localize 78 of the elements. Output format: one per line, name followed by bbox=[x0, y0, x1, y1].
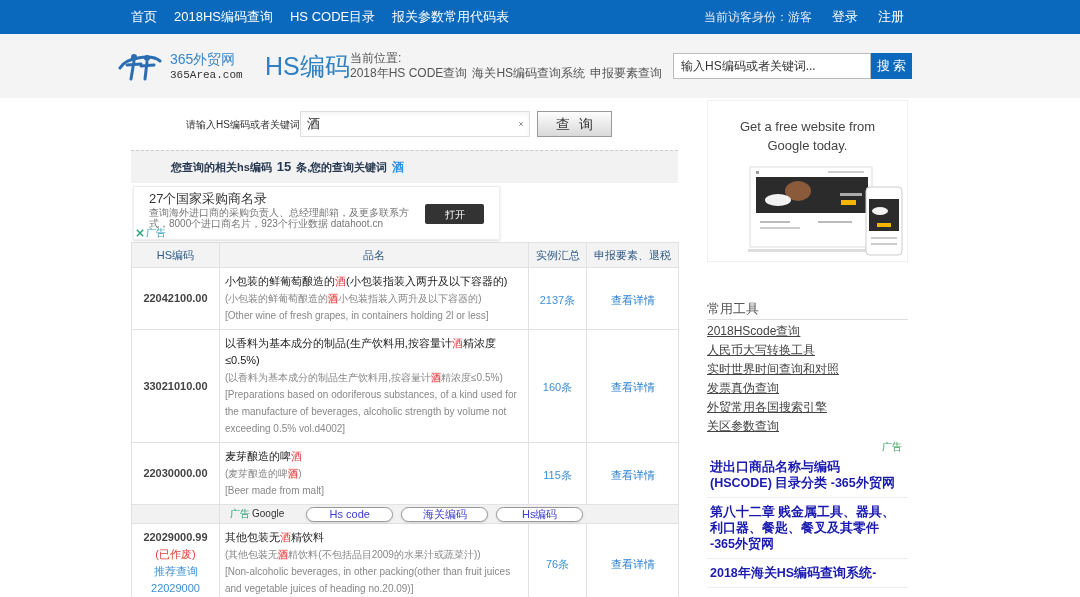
examples-link[interactable]: 76条 bbox=[545, 558, 570, 570]
details-link[interactable]: 查看详情 bbox=[610, 558, 655, 570]
product-name-english: [Other wine of fresh grapes, in containers holding 2l or less] bbox=[225, 309, 490, 323]
hs-code: 22042100.00 bbox=[143, 292, 208, 304]
examples-link[interactable]: 115条 bbox=[543, 468, 572, 481]
ad-keyword-link[interactable]: Hs code bbox=[306, 506, 394, 522]
column-header: 实例汇总 bbox=[528, 242, 587, 268]
site-domain: 365Area.com bbox=[170, 67, 243, 82]
site-name[interactable]: 365外贸网 bbox=[170, 50, 243, 68]
logo-icon[interactable] bbox=[118, 51, 162, 81]
search-field[interactable]: 输入HS编码或者关键词... bbox=[673, 53, 871, 79]
close-icon[interactable] bbox=[518, 121, 524, 127]
details-link[interactable]: 查看详情 bbox=[610, 293, 655, 306]
hs-code: 22029000.99 bbox=[143, 531, 208, 543]
tool-link[interactable]: 人民币大写转换工具 bbox=[707, 341, 815, 360]
ad-headline-link[interactable]: 进出口商品名称与编码 (HSCODE) 目录分类 -365外贸网 bbox=[710, 459, 896, 491]
summary-text: 您查询的相关hs编码 bbox=[171, 159, 272, 175]
details-link[interactable]: 查看详情 bbox=[610, 381, 655, 393]
nav-link[interactable]: 首页 bbox=[131, 9, 157, 25]
nav-link[interactable]: 报关参数常用代码表 bbox=[392, 9, 510, 25]
account-link[interactable]: 注册 bbox=[878, 9, 904, 25]
open-button[interactable]: 打开 bbox=[425, 204, 484, 224]
product-name-english: [Preparations based on odoriferous substances, of a kind used for the manufacture of beverages, alcoholic strength by volume not exceeding 0.5% vol.d4002] bbox=[225, 388, 518, 436]
hs-code: 22030000.00 bbox=[143, 467, 208, 479]
query-label: 请输入HS编码或者关键词 bbox=[186, 117, 300, 132]
ad-keyword-link[interactable]: 海关编码 bbox=[401, 506, 489, 522]
status-note: (已作废) bbox=[155, 548, 196, 560]
breadcrumb-link[interactable]: 海关HS编码查询系统 bbox=[472, 66, 586, 81]
query-button[interactable]: 查询 bbox=[537, 111, 612, 137]
details-link[interactable]: 查看详情 bbox=[610, 468, 655, 481]
product-name-chinese: (小包装的鲜葡萄酿造的酒小包装指装入两升及以下容器的) bbox=[225, 292, 483, 306]
tools-title: 常用工具 bbox=[707, 300, 908, 320]
account-link[interactable]: 登录 bbox=[832, 9, 858, 25]
examples-link[interactable]: 2137条 bbox=[539, 293, 576, 306]
breadcrumb-label: 当前位置: bbox=[350, 51, 402, 65]
summary-text: 条,您的查询关键词 bbox=[296, 159, 388, 175]
ad-headline-link[interactable]: 2018年海关HS编码查询系统- bbox=[710, 565, 896, 581]
ad-headline-link[interactable]: 第八十二章 贱金属工具、器具、利口器、餐匙、餐叉及其零件 -365外贸网 bbox=[710, 504, 896, 552]
tool-link[interactable]: 关区参数查询 bbox=[707, 417, 779, 436]
hs-code: 33021010.00 bbox=[143, 379, 208, 392]
product-name: 麦芽酿造的啤酒 bbox=[225, 449, 303, 464]
recommend-code-link[interactable]: 22029000 bbox=[135, 580, 216, 597]
product-name: 小包装的鲜葡萄酿造的酒(小包装指装入两升及以下容器的) bbox=[225, 274, 509, 289]
nav-link[interactable]: HS CODE目录 bbox=[290, 9, 376, 25]
result-count: 15 bbox=[276, 158, 292, 177]
product-name-chinese: (其他包装无酒精饮料(不包括品目2009的水果汁或蔬菜汁)) bbox=[225, 548, 482, 562]
product-name-chinese: (麦芽酿造的啤酒) bbox=[225, 467, 303, 481]
breadcrumb-link[interactable]: 2018年HS CODE查询 bbox=[350, 66, 468, 81]
column-header: 品名 bbox=[219, 242, 529, 268]
ad-description: 查询海外进口商的采购负责人、总经理邮箱，及更多联系方式，8000个进口商名片，923个行业数据 datahoot.cn bbox=[149, 207, 410, 229]
examples-link[interactable]: 160条 bbox=[542, 381, 573, 393]
section-title: HS编码 bbox=[265, 51, 350, 80]
product-name-chinese: (以香料为基本成分的制品生产饮料用,按容量计酒精浓度≤0.5%) bbox=[225, 371, 504, 385]
visitor-status: 当前访客身份：游客 bbox=[704, 9, 812, 25]
recommend-link[interactable]: 推荐查询 bbox=[135, 563, 216, 580]
tool-link[interactable]: 实时世界时间查询和对照 bbox=[707, 360, 839, 379]
tool-link[interactable]: 外贸常用各国搜索引擎 bbox=[707, 398, 827, 417]
close-icon[interactable] bbox=[136, 228, 144, 237]
tool-link[interactable]: 2018HScode查询 bbox=[707, 322, 801, 341]
search-keyword: 酒 bbox=[392, 159, 405, 176]
column-header: 申报要素、退税 bbox=[586, 242, 679, 268]
ad-label: 广告 bbox=[230, 508, 250, 520]
query-field[interactable]: 酒 bbox=[300, 111, 530, 137]
search-button[interactable]: 搜索 bbox=[871, 53, 912, 79]
product-name-english: [Beer made from malt] bbox=[225, 484, 325, 498]
ad-label: 广告 bbox=[882, 441, 902, 453]
product-name-english: [Non-alcoholic beverages, in other packing(other than fruit juices and vegetable juices of heading no.20.09)] bbox=[225, 565, 512, 596]
ad-provider: Google bbox=[252, 508, 285, 520]
product-name: 其他包装无酒精饮料 bbox=[225, 530, 325, 545]
tool-link[interactable]: 发票真伪查询 bbox=[707, 379, 779, 398]
product-name: 以香料为基本成分的制品(生产饮料用,按容量计酒精浓度≤0.5%) bbox=[225, 336, 497, 368]
nav-link[interactable]: 2018HS编码查询 bbox=[174, 9, 273, 25]
ad-headline[interactable]: Get a free website from Google today. bbox=[722, 117, 893, 155]
breadcrumb-link[interactable]: 申报要素查询 bbox=[590, 66, 663, 81]
column-header: HS编码 bbox=[131, 242, 220, 268]
ad-keyword-link[interactable]: Hs编码 bbox=[496, 506, 584, 522]
ad-label: 广告 bbox=[146, 227, 166, 238]
ad-title[interactable]: 27个国家采购商名录 bbox=[149, 191, 419, 207]
